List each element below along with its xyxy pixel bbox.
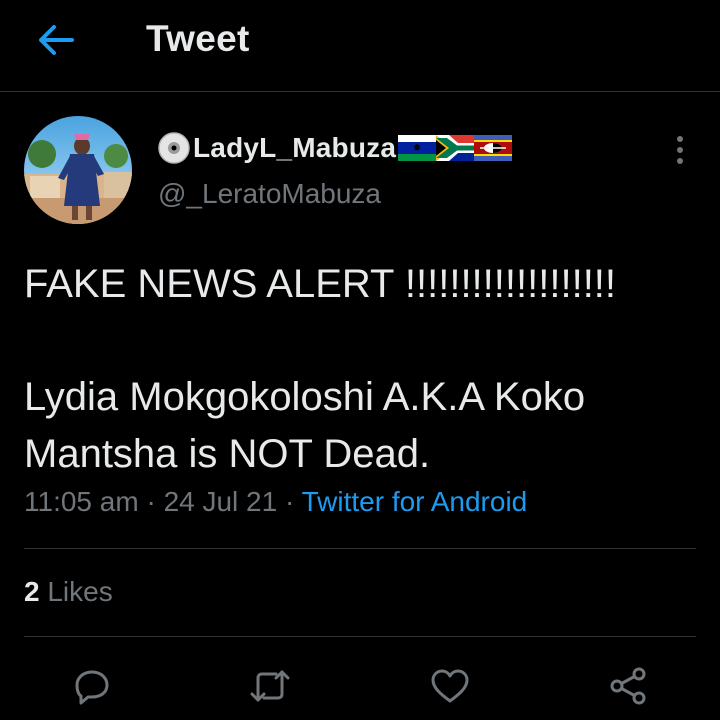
flag-south-africa-icon [436,135,475,161]
divider [24,548,696,549]
divider [24,636,696,637]
like-icon [431,669,469,703]
more-options-button[interactable] [664,130,696,170]
like-button[interactable] [426,662,474,710]
tweet-text: FAKE NEWS ALERT !!!!!!!!!!!!!!!!!!! Lydi… [24,256,704,483]
share-icon [610,667,646,705]
flags [398,135,513,161]
tweet-line-2: Lydia Mokgokoloshi A.K.A Koko Mantsha is… [24,375,586,476]
cd-disc-icon [158,132,190,164]
likes-number: 2 [24,576,40,607]
tweet-date: 24 Jul 21 [163,486,278,517]
top-app-bar: Tweet [0,0,720,92]
author-name-row[interactable]: LadyL_Mabuza [157,130,513,166]
avatar-photo [24,116,132,224]
flag-lesotho-icon [398,135,437,161]
more-dot-icon [677,136,683,142]
more-dot-icon [677,147,683,153]
retweet-button[interactable] [246,662,294,710]
tweet-line-1: FAKE NEWS ALERT !!!!!!!!!!!!!!!!!!! [24,262,617,306]
back-button[interactable] [30,18,82,62]
reply-button[interactable] [68,662,116,710]
tweet-time: 11:05 am [24,486,139,517]
likes-label: Likes [47,576,113,607]
flag-eswatini-icon [474,135,513,161]
user-handle[interactable]: @_LeratoMabuza [158,178,381,210]
arrow-left-icon [39,25,74,55]
avatar[interactable] [24,116,132,224]
tweet-meta: 11:05 am · 24 Jul 21 · Twitter for Andro… [24,486,527,518]
likes-count[interactable]: 2 Likes [24,576,113,608]
reply-icon [75,670,109,705]
more-dot-icon [677,158,683,164]
share-button[interactable] [604,662,652,710]
tweet-source-link[interactable]: Twitter for Android [302,486,528,517]
retweet-icon [250,670,290,702]
page-title: Tweet [146,18,250,59]
meta-separator: · [138,486,164,517]
meta-separator: · [277,486,302,517]
display-name: LadyL_Mabuza [193,132,397,163]
